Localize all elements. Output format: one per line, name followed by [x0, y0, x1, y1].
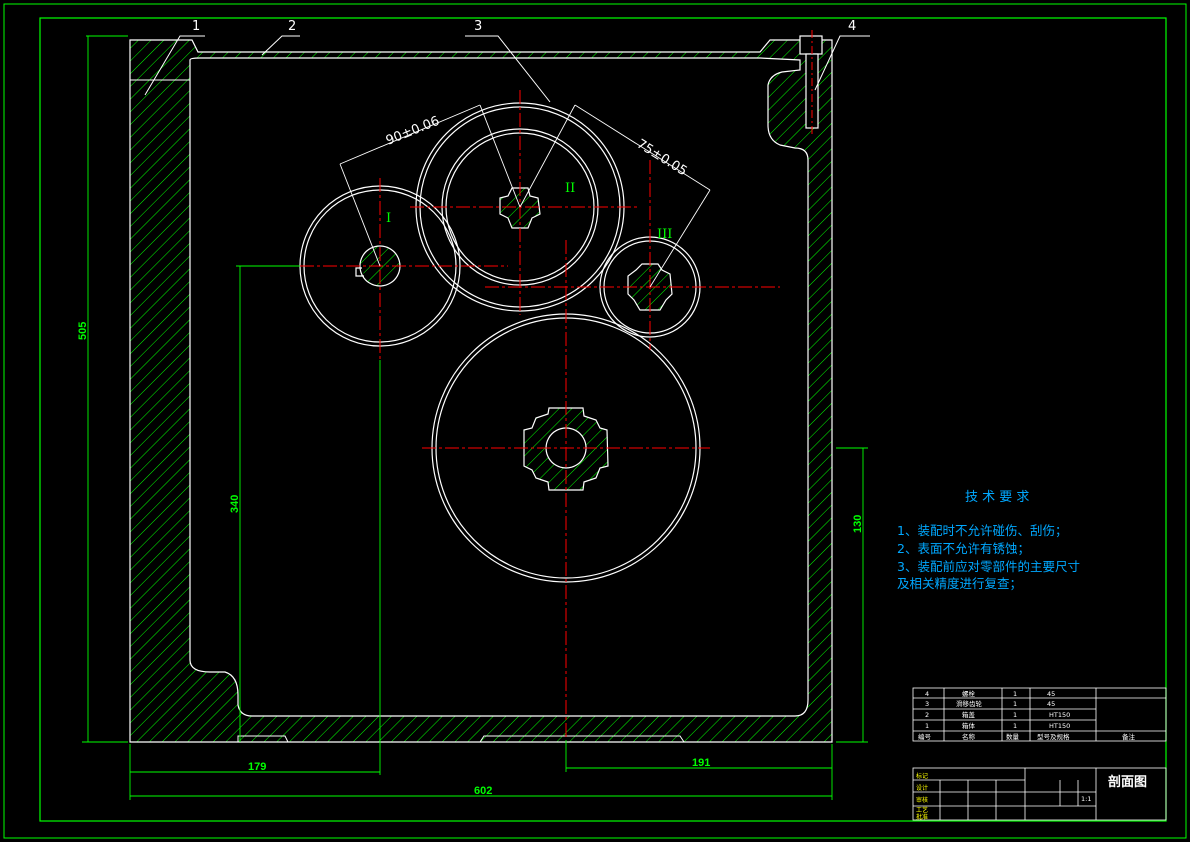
dim-center-23: 75±0.05: [634, 137, 690, 180]
bom-row-4-material: HT150: [1049, 722, 1070, 730]
bom-row-2-material: 45: [1047, 700, 1055, 708]
dim-overall-height: 505: [77, 322, 89, 340]
bom-header-note: 备注: [1122, 732, 1136, 741]
callout-1: 1: [192, 19, 200, 34]
callout-3: 3: [474, 19, 482, 34]
title-role-3: 审核: [916, 796, 928, 804]
callouts: [144, 35, 870, 103]
dim-overall-width: 602: [474, 785, 492, 797]
bom-header-name: 名称: [962, 732, 976, 741]
bom-row-4-qty: 1: [1013, 722, 1017, 730]
requirement-line-2: 2、表面不允许有锈蚀；: [897, 541, 1030, 556]
title-role-1: 标记: [916, 772, 928, 780]
title-role-4: 工艺: [916, 806, 928, 814]
bom-row-3-name: 箱盖: [962, 710, 976, 719]
gears: [299, 102, 701, 583]
dim-right-offset: 191: [692, 757, 710, 769]
scale-label: 1:1: [1081, 795, 1091, 803]
bom-header-qty: 数量: [1006, 732, 1020, 741]
dim-shaft4-height: 130: [852, 515, 864, 533]
drawing-title: 剖面图: [1108, 774, 1147, 790]
technical-requirements: 技 术 要 求 1、装配时不允许碰伤、刮伤； 2、表面不允许有锈蚀； 3、装配前…: [897, 490, 1080, 591]
bom-row-4-no: 1: [925, 722, 929, 730]
title-role-5: 批准: [916, 813, 928, 821]
bom-row-1-qty: 1: [1013, 690, 1017, 698]
requirements-title: 技 术 要 求: [965, 490, 1029, 505]
bom-row-3-material: HT150: [1049, 711, 1070, 719]
bom-row-1-material: 45: [1047, 690, 1055, 698]
bom-row-1-name: 螺栓: [962, 689, 976, 698]
requirement-line-1: 1、装配时不允许碰伤、刮伤；: [897, 523, 1067, 538]
bom-row-3-qty: 1: [1013, 711, 1017, 719]
title-role-2: 设计: [916, 784, 928, 792]
housing-section: [129, 39, 833, 743]
bom-header-no: 编号: [918, 732, 932, 741]
dim-shaft1-height: 340: [229, 495, 241, 513]
bom-row-2-name: 滑移齿轮: [956, 699, 983, 708]
requirement-line-4: 及相关精度进行复查；: [897, 576, 1022, 591]
bom-row-4-name: 箱体: [962, 721, 976, 730]
callout-4: 4: [848, 19, 856, 34]
requirement-line-3: 3、装配前应对零部件的主要尺寸: [897, 559, 1080, 574]
dim-left-offset: 179: [248, 761, 266, 773]
engineering-drawing: 1 2 3 4 90±0.06 75±0.05 I II III 505 340…: [3, 3, 1187, 839]
hubs: [355, 187, 673, 491]
bom-row-1-no: 4: [925, 690, 929, 698]
shaft-label-1: I: [386, 211, 391, 226]
shaft-label-3: III: [657, 227, 672, 242]
bom-row-3-no: 2: [925, 711, 929, 719]
dim-center-12: 90±0.06: [384, 114, 442, 149]
bom-row-2-qty: 1: [1013, 700, 1017, 708]
shaft-label-2: II: [565, 181, 575, 196]
centerlines: [300, 90, 780, 740]
bom-header-material: 型号及规格: [1037, 732, 1070, 741]
callout-2: 2: [288, 19, 296, 34]
bom-row-2-no: 3: [925, 700, 929, 708]
